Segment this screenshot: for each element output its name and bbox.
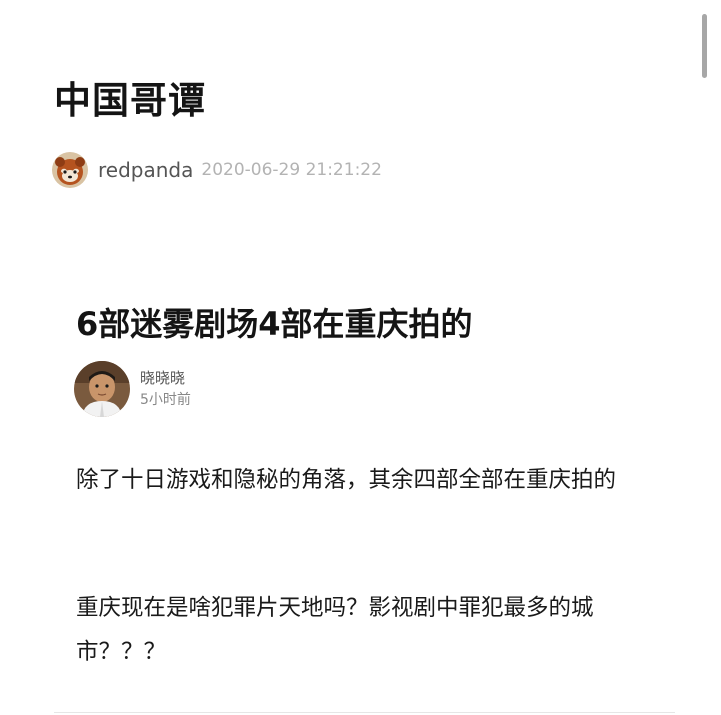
article-paragraph: 重庆现在是啥犯罪片天地吗？影视剧中罪犯最多的城市？？？ bbox=[76, 595, 594, 665]
post-timestamp: 2020-06-29 21:21:22 bbox=[201, 160, 382, 180]
article-title: 6部迷雾剧场4部在重庆拍的 bbox=[76, 305, 473, 343]
child-photo-avatar-icon[interactable] bbox=[74, 361, 130, 417]
author-info: 晓晓晓 5小时前 bbox=[140, 367, 191, 411]
scrollbar[interactable] bbox=[702, 14, 707, 78]
article-paragraph: 除了十日游戏和隐秘的角落，其余四部全部在重庆拍的 bbox=[76, 467, 617, 493]
red-panda-avatar-icon[interactable] bbox=[52, 152, 88, 188]
post-meta: redpanda 2020-06-29 21:21:22 bbox=[52, 151, 382, 189]
article-author: 晓晓晓 5小时前 bbox=[74, 361, 191, 417]
author-name[interactable]: 晓晓晓 bbox=[140, 367, 191, 389]
page-title: 中国哥谭 bbox=[54, 79, 206, 122]
page: 中国哥谭 redpanda 2020-06-29 21:21:22 6部迷雾剧场… bbox=[0, 0, 721, 715]
poster-username[interactable]: redpanda bbox=[98, 158, 193, 182]
author-post-time: 5小时前 bbox=[140, 392, 191, 408]
divider bbox=[54, 712, 675, 713]
